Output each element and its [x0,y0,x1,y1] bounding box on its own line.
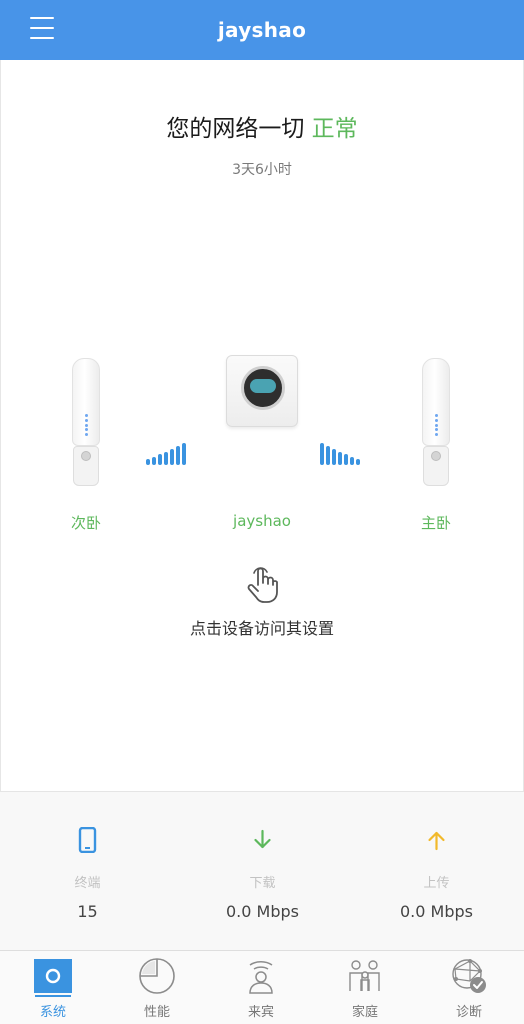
router-device[interactable] [226,351,298,429]
download-arrow-icon [254,829,271,849]
nav-item-guest[interactable]: 来宾 [209,951,313,1024]
system-icon [34,959,72,993]
upload-arrow-icon [428,831,445,851]
nav-item-family[interactable]: 家庭 [313,951,417,1024]
stat-value: 0.0 Mbps [226,902,299,921]
status-state: 正常 [311,116,358,142]
guest-icon [249,960,273,994]
hamburger-menu-icon[interactable] [30,17,54,39]
stat-value: 0.0 Mbps [400,902,473,921]
top-bar: jayshao [0,0,524,60]
stat-download[interactable]: 下载 0.0 Mbps [175,792,350,951]
stat-clients[interactable]: 终端 15 [0,792,175,951]
page-title: jayshao [217,18,307,42]
family-icon [349,960,380,991]
stat-value: 15 [77,902,98,921]
satellite-device-icon [72,358,100,446]
stat-upload[interactable]: 上传 0.0 Mbps [349,792,524,951]
signal-strength-right [320,441,360,465]
tap-hand-icon [247,567,278,603]
stat-label: 上传 [423,876,450,891]
nav-item-performance[interactable]: 性能 [105,951,209,1024]
status-prefix: 您的网络一切 [166,116,305,142]
stat-label: 终端 [74,876,101,891]
satellite-device-icon [422,358,450,446]
bottom-nav: 系统 性能 来宾 家庭 诊断 [0,950,524,1024]
satellite-left[interactable] [72,358,102,488]
router-device-icon [226,355,298,427]
signal-strength-left [146,441,186,465]
phone-icon [78,827,97,853]
device-label-right[interactable]: 主卧 [406,512,466,533]
satellite-right[interactable] [422,358,452,488]
stats-panel: 终端 15 下载 0.0 Mbps 上传 0.0 Mbps [0,791,524,950]
nav-label: 家庭 [351,1005,378,1020]
hint-text: 点击设备访问其设置 [189,619,334,638]
device-label-center[interactable]: jayshao [212,512,312,530]
nav-label: 性能 [143,1005,170,1020]
nav-item-system[interactable]: 系统 [1,951,105,1024]
nav-label: 系统 [39,1005,66,1020]
nav-label: 诊断 [455,1005,482,1020]
diagnostics-icon [452,959,486,993]
uptime-text: 3天6小时 [232,162,292,178]
stat-label: 下载 [249,876,276,891]
nav-item-diagnostics[interactable]: 诊断 [417,951,521,1024]
device-label-left[interactable]: 次卧 [56,512,116,533]
nav-label: 来宾 [247,1005,274,1020]
performance-pie-icon [139,958,175,994]
network-status: 您的网络一切 正常 [1,109,523,143]
